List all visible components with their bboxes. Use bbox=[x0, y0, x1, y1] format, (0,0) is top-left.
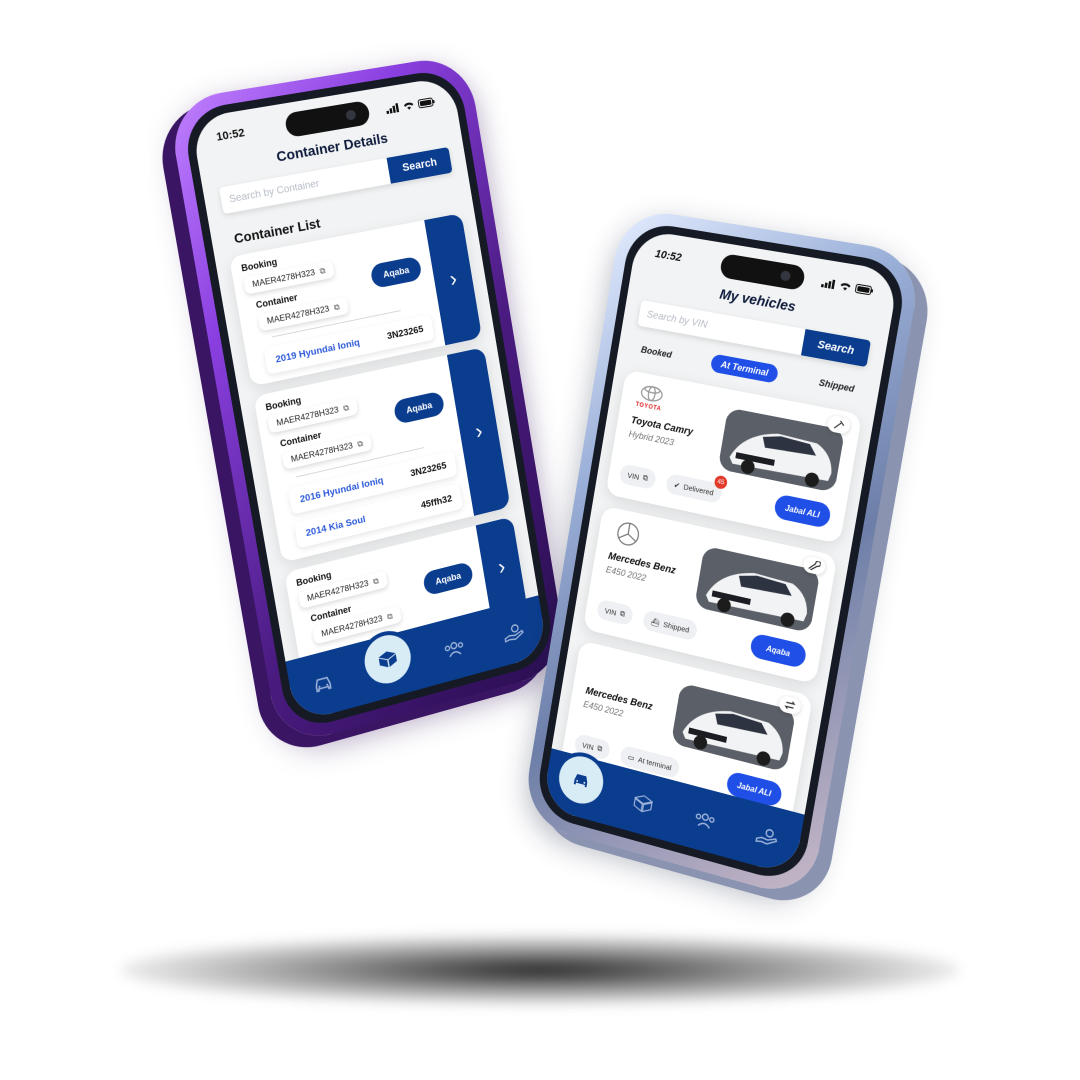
nav-people[interactable] bbox=[682, 796, 727, 845]
chevron-right-icon: › bbox=[496, 554, 507, 581]
mercedes-logo-icon bbox=[610, 518, 646, 552]
wifi-icon bbox=[402, 100, 415, 111]
vehicle-photo bbox=[671, 683, 796, 773]
port-button[interactable]: Aqaba bbox=[393, 391, 446, 425]
vehicle-code: 3N23265 bbox=[409, 460, 447, 479]
box-icon bbox=[377, 648, 399, 671]
container-details-screen: 10:52 Container Details Search Container… bbox=[190, 76, 548, 723]
people-icon bbox=[693, 809, 717, 830]
search-button[interactable]: Search bbox=[387, 147, 453, 184]
search-button[interactable]: Search bbox=[801, 329, 871, 367]
nav-containers[interactable] bbox=[622, 779, 666, 828]
box-icon bbox=[633, 792, 654, 814]
copy-icon[interactable]: ⧉ bbox=[357, 439, 364, 449]
open-container-button[interactable]: › bbox=[424, 213, 482, 345]
chevron-right-icon: › bbox=[473, 418, 484, 445]
copy-icon: ⧉ bbox=[597, 743, 603, 754]
hand-money-icon bbox=[755, 825, 779, 848]
dynamic-island bbox=[284, 100, 371, 138]
nav-vehicles[interactable] bbox=[300, 659, 346, 709]
notification-badge: 45 bbox=[714, 475, 729, 490]
vehicle-photo bbox=[718, 408, 845, 493]
car-icon bbox=[312, 673, 334, 694]
battery-icon bbox=[855, 283, 875, 295]
tab-booked[interactable]: Booked bbox=[630, 339, 682, 366]
phone-right: 10:52 My vehicles Search Booked At Termi… bbox=[521, 206, 924, 901]
nav-containers[interactable] bbox=[361, 630, 414, 689]
dynamic-island bbox=[719, 253, 806, 291]
my-vehicles-screen: 10:52 My vehicles Search Booked At Termi… bbox=[542, 229, 900, 876]
copy-icon[interactable]: ⧉ bbox=[343, 403, 350, 413]
destination-button[interactable]: Jabal ALI bbox=[773, 493, 832, 529]
port-button[interactable]: Aqaba bbox=[422, 561, 474, 596]
checkmark-icon: ✔ bbox=[673, 480, 680, 490]
nav-payments[interactable] bbox=[745, 812, 791, 862]
phone-bezel: 10:52 Container Details Search Container… bbox=[181, 67, 557, 733]
vehicle-name-link[interactable]: 2019 Hyundai Ioniq bbox=[275, 337, 361, 365]
signal-icon bbox=[385, 102, 400, 113]
battery-icon bbox=[417, 96, 435, 108]
wifi-icon bbox=[839, 280, 853, 291]
vehicle-name-link[interactable]: 2014 Kia Soul bbox=[305, 513, 366, 538]
car-icon bbox=[571, 770, 592, 790]
chevron-right-icon: › bbox=[448, 266, 459, 293]
vehicle-name-link[interactable]: 2016 Hyundai Ioniq bbox=[299, 475, 384, 505]
vin-chip[interactable]: VIN ⧉ bbox=[596, 599, 634, 626]
vehicle-photo bbox=[694, 546, 820, 633]
phone-bezel: 10:52 My vehicles Search Booked At Termi… bbox=[533, 220, 909, 886]
status-time: 10:52 bbox=[654, 248, 682, 264]
hand-money-icon bbox=[503, 621, 526, 643]
phone-left: 10:52 Container Details Search Container… bbox=[166, 53, 569, 748]
copy-icon[interactable]: ⧉ bbox=[333, 302, 340, 312]
vin-chip[interactable]: VIN ⧉ bbox=[619, 463, 657, 490]
copy-icon: ⧉ bbox=[642, 473, 649, 484]
nav-people[interactable] bbox=[432, 624, 475, 672]
copy-icon: ⧉ bbox=[619, 609, 626, 620]
signal-icon bbox=[821, 277, 836, 288]
nav-payments[interactable] bbox=[493, 609, 536, 657]
status-chip: ⛴ Shipped bbox=[642, 609, 699, 641]
floor-shadow bbox=[120, 935, 960, 1005]
tab-shipped[interactable]: Shipped bbox=[808, 372, 866, 400]
tab-at-terminal[interactable]: At Terminal bbox=[710, 353, 779, 383]
ship-icon: ⛴ bbox=[650, 616, 660, 627]
copy-icon[interactable]: ⧉ bbox=[319, 266, 326, 276]
copy-icon[interactable]: ⧉ bbox=[386, 611, 393, 621]
port-button[interactable]: Aqaba bbox=[370, 256, 423, 289]
vehicle-code: 45ffh32 bbox=[420, 493, 453, 511]
people-icon bbox=[443, 638, 466, 659]
status-chip: ✔ Delivered 45 bbox=[665, 473, 723, 504]
vehicle-code: 3N23265 bbox=[386, 323, 424, 341]
status-time: 10:52 bbox=[215, 127, 245, 144]
nav-vehicles[interactable] bbox=[555, 751, 606, 808]
copy-icon[interactable]: ⧉ bbox=[373, 576, 380, 586]
destination-button[interactable]: Aqaba bbox=[749, 632, 808, 669]
terminal-icon: ▭ bbox=[627, 752, 635, 762]
